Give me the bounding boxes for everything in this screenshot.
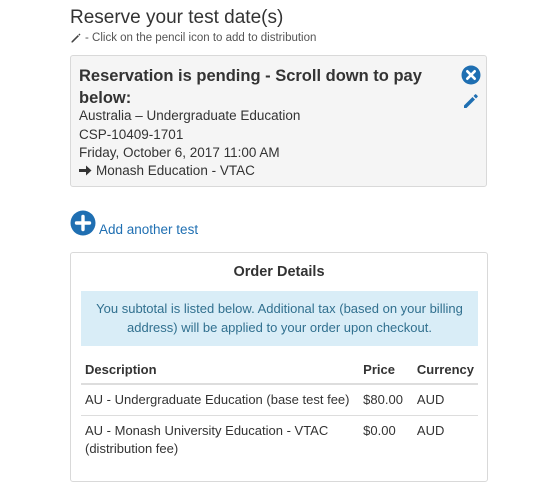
arrow-right-icon: [79, 165, 92, 176]
circle-plus-icon: [70, 210, 96, 235]
order-title: Order Details: [233, 264, 325, 280]
order-table: Description Price Currency AU - Undergra…: [81, 354, 478, 464]
reservation-status-title: Reservation is pending - Scroll down to …: [79, 67, 422, 107]
add-test-label[interactable]: Add another test: [99, 222, 198, 237]
order-details-card: Order Details You subtotal is listed bel…: [70, 252, 488, 482]
pencil-icon: [464, 94, 478, 108]
add-another-test-button[interactable]: Add another test: [70, 208, 198, 237]
row-price: $80.00: [359, 383, 413, 416]
edit-distribution-button[interactable]: [462, 92, 480, 110]
remove-reservation-button[interactable]: [461, 65, 481, 85]
reservation-country-program: Australia – Undergraduate Education: [79, 108, 301, 123]
table-row: AU - Undergraduate Education (base test …: [81, 383, 478, 416]
reservation-card: Reservation is pending - Scroll down to …: [70, 55, 487, 187]
circle-x-icon: [461, 65, 481, 85]
reservation-code: CSP-10409-1701: [79, 127, 184, 142]
table-header-row: Description Price Currency: [81, 354, 478, 385]
pencil-icon: [70, 32, 82, 44]
row-currency: AUD: [412, 383, 478, 416]
row-description: AU - Undergraduate Education (base test …: [81, 383, 360, 416]
pencil-hint: - Click on the pencil icon to add to dis…: [70, 32, 316, 44]
page-title: Reserve your test date(s): [70, 7, 284, 28]
reservation-distribution: Monash Education - VTAC: [79, 163, 255, 178]
subtotal-info-alert: You subtotal is listed below. Additional…: [81, 291, 478, 346]
column-header-price: Price: [359, 354, 413, 385]
distribution-label: Monash Education - VTAC: [96, 163, 255, 178]
column-header-currency: Currency: [412, 354, 478, 385]
column-header-description: Description: [81, 354, 360, 385]
hint-text: - Click on the pencil icon to add to dis…: [85, 32, 317, 44]
reservation-datetime: Friday, October 6, 2017 11:00 AM: [79, 145, 280, 160]
